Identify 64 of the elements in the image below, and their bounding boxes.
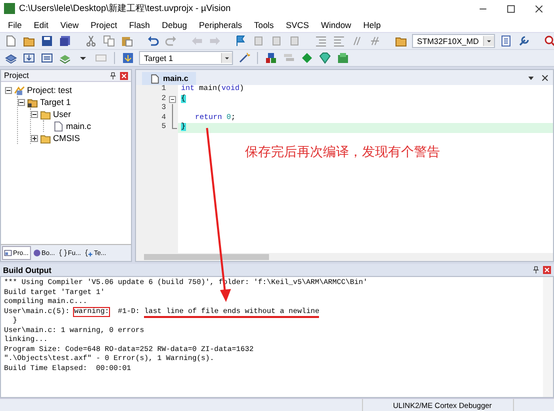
wrench-icon[interactable] xyxy=(518,35,530,47)
vertical-scrollbar[interactable] xyxy=(543,277,553,397)
flag-icon[interactable] xyxy=(235,35,247,47)
pack-icon[interactable] xyxy=(337,52,349,64)
cut-icon[interactable] xyxy=(85,35,97,47)
books-icon xyxy=(32,249,41,257)
folder-icon xyxy=(40,108,51,120)
components-icon[interactable] xyxy=(265,52,277,64)
save-icon[interactable] xyxy=(41,35,53,47)
tree-item[interactable]: Project: test xyxy=(27,85,72,95)
wand-icon[interactable] xyxy=(238,52,250,64)
copy-icon[interactable] xyxy=(103,35,115,47)
menu-item[interactable]: Window xyxy=(314,20,358,30)
collapse-icon[interactable] xyxy=(31,110,38,118)
collapse-icon[interactable] xyxy=(168,94,177,104)
file-icon xyxy=(53,120,64,132)
annotation-text: 保存完后再次编译，发现有个警告 xyxy=(245,143,440,161)
save-all-icon[interactable] xyxy=(59,35,71,47)
braces-plus-icon xyxy=(84,249,93,257)
menu-item[interactable]: Help xyxy=(357,20,387,30)
menu-item[interactable]: Tools xyxy=(248,20,280,30)
menu-item[interactable]: File xyxy=(2,20,28,30)
window-title: C:\Users\lele\Desktop\新建工程\test.uvprojx - µVision xyxy=(19,2,232,15)
folder-icon[interactable] xyxy=(395,35,407,47)
pin-icon[interactable] xyxy=(532,266,540,274)
dropdown-arrow-icon[interactable] xyxy=(527,74,535,82)
tree-item[interactable]: Target 1 xyxy=(40,97,71,107)
paste-icon[interactable] xyxy=(121,35,133,47)
collapse-icon[interactable] xyxy=(18,98,25,106)
close-icon[interactable] xyxy=(541,74,549,82)
menu-item[interactable]: Project xyxy=(84,20,124,30)
open-folder-icon[interactable] xyxy=(23,35,35,47)
maximize-icon[interactable] xyxy=(506,4,516,14)
menu-item[interactable]: View xyxy=(54,20,85,30)
panel-title: Project xyxy=(4,71,30,80)
gem-icon[interactable] xyxy=(319,52,331,64)
device-dropdown[interactable]: STM32F10X_MD xyxy=(412,34,495,48)
app-icon xyxy=(4,3,15,14)
menu-item[interactable]: SVCS xyxy=(280,20,315,30)
menu-item[interactable]: Edit xyxy=(28,20,54,30)
tree-item[interactable]: CMSIS xyxy=(53,133,80,143)
collapse-icon[interactable] xyxy=(5,86,12,94)
editor-tab[interactable]: main.c xyxy=(142,72,196,85)
expand-icon[interactable] xyxy=(31,134,38,142)
magnifier-icon[interactable] xyxy=(544,35,554,47)
menu-item[interactable]: Debug xyxy=(156,20,193,30)
close-icon[interactable] xyxy=(534,4,544,14)
menu-item[interactable]: Flash xyxy=(123,20,156,30)
new-file-icon[interactable] xyxy=(5,35,17,47)
folder-icon xyxy=(40,132,51,144)
panel-title: Build Output xyxy=(3,266,52,274)
menu-item[interactable]: Peripherals xyxy=(192,20,248,30)
pin-icon[interactable] xyxy=(109,72,117,80)
project-window-icon xyxy=(4,249,12,257)
tree-item[interactable]: main.c xyxy=(66,121,92,131)
undo-icon[interactable] xyxy=(147,35,159,47)
tree-item[interactable]: User xyxy=(53,109,71,119)
project-icon xyxy=(14,84,25,96)
diamond-icon[interactable] xyxy=(301,52,313,64)
target-dropdown[interactable]: Target 1 xyxy=(139,51,233,65)
horizontal-scrollbar[interactable] xyxy=(136,253,553,261)
document-icon[interactable] xyxy=(500,35,512,47)
target-folder-icon xyxy=(27,96,38,108)
braces-icon xyxy=(58,249,67,257)
